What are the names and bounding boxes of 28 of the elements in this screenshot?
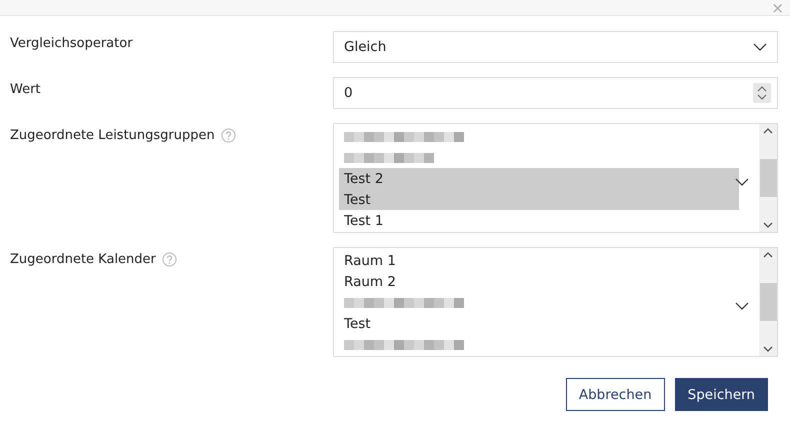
multi-select-list[interactable]: Test 2 Test Test 1 xyxy=(333,123,778,233)
cancel-button[interactable]: Abbrechen xyxy=(566,378,665,411)
scrollbar[interactable] xyxy=(759,124,777,232)
list-option[interactable]: Test xyxy=(339,313,739,334)
scrollbar[interactable] xyxy=(759,248,777,356)
number-field[interactable]: 0 xyxy=(333,77,778,109)
scroll-up-icon[interactable] xyxy=(763,128,773,134)
list-option[interactable]: Raum 2 xyxy=(339,271,739,292)
help-icon[interactable] xyxy=(220,128,236,142)
field-label: Zugeordnete Kalender xyxy=(10,252,156,266)
list-option[interactable]: Raum 1 xyxy=(339,250,739,271)
spinner-icon[interactable] xyxy=(753,83,771,103)
field-label: Vergleichsoperator xyxy=(10,36,133,50)
field-label: Zugeordnete Leistungsgruppen xyxy=(10,128,215,142)
scroll-down-icon[interactable] xyxy=(763,346,773,352)
help-icon[interactable] xyxy=(162,252,177,266)
field-label: Wert xyxy=(10,82,41,96)
list-option[interactable]: Test 2 xyxy=(339,168,739,189)
list-option[interactable]: Test xyxy=(339,189,739,210)
chevron-down-icon xyxy=(735,302,749,310)
save-button[interactable]: Speichern xyxy=(674,378,768,411)
chevron-down-icon xyxy=(735,178,749,186)
select-field[interactable]: Gleich xyxy=(333,31,778,63)
scroll-up-icon[interactable] xyxy=(763,252,773,258)
chevron-down-icon xyxy=(753,43,767,51)
multi-select-list[interactable]: Raum 1 Raum 2 Test xyxy=(333,247,778,357)
list-option[interactable]: Test 1 xyxy=(339,210,739,231)
scroll-down-icon[interactable] xyxy=(763,222,773,228)
